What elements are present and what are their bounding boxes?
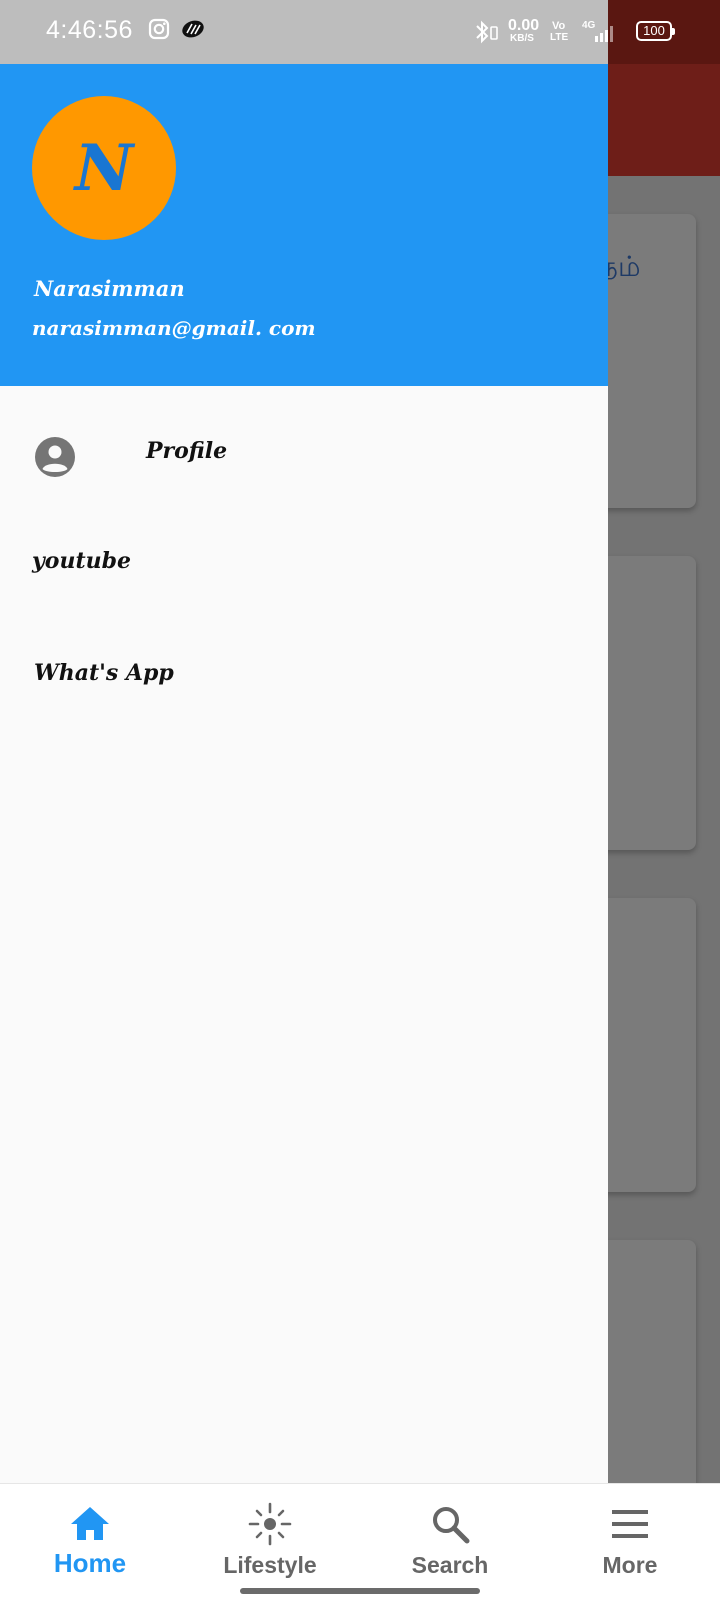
avatar[interactable]: N	[32, 96, 176, 240]
drawer-item-youtube[interactable]: youtube	[0, 520, 608, 620]
status-bar-right: 0.00 KB/S Vo LTE 4G 100	[460, 0, 720, 64]
user-email: narasimman@gmail. com	[32, 316, 316, 340]
nav-label: Lifestyle	[223, 1552, 317, 1578]
battery-indicator: 100	[636, 21, 675, 41]
account-circle-icon	[35, 437, 75, 477]
nav-home[interactable]: Home	[0, 1484, 180, 1600]
status-time: 4:46:56	[46, 16, 133, 44]
navigation-drawer: N Narasimman narasimman@gmail. com Profi…	[0, 64, 608, 1483]
drawer-item-label: Profile	[146, 438, 228, 464]
network-speed-unit: KB/S	[510, 33, 534, 44]
bluetooth-icon	[476, 20, 498, 44]
drawer-item-profile[interactable]: Profile	[0, 406, 608, 506]
home-gesture-bar[interactable]	[240, 1588, 480, 1594]
search-icon	[433, 1507, 470, 1544]
drawer-header: N Narasimman narasimman@gmail. com	[0, 64, 608, 386]
bottom-navigation: Home Lifestyle Search More	[0, 1483, 720, 1600]
drawer-item-label: youtube	[32, 548, 131, 574]
menu-icon	[612, 1510, 648, 1538]
volte-bottom: LTE	[550, 32, 569, 43]
lifestyle-sun-icon	[248, 1502, 292, 1546]
nav-lifestyle[interactable]: Lifestyle	[180, 1484, 360, 1600]
nav-search[interactable]: Search	[360, 1484, 540, 1600]
nav-label: Search	[411, 1552, 489, 1578]
signal-icon	[595, 26, 613, 42]
app-notification-icon	[182, 20, 204, 38]
nav-label: More	[602, 1552, 658, 1578]
drawer-item-whatsapp[interactable]: What's App	[0, 630, 608, 730]
home-icon	[71, 1507, 109, 1540]
avatar-letter: N	[74, 130, 134, 206]
nav-label: Home	[53, 1548, 127, 1578]
instagram-icon	[148, 18, 170, 40]
network-speed-value: 0.00	[508, 17, 540, 34]
drawer-item-label: What's App	[34, 660, 174, 686]
user-name: Narasimman	[34, 276, 185, 301]
volte-top: Vo	[552, 20, 566, 32]
nav-more[interactable]: More	[540, 1484, 720, 1600]
